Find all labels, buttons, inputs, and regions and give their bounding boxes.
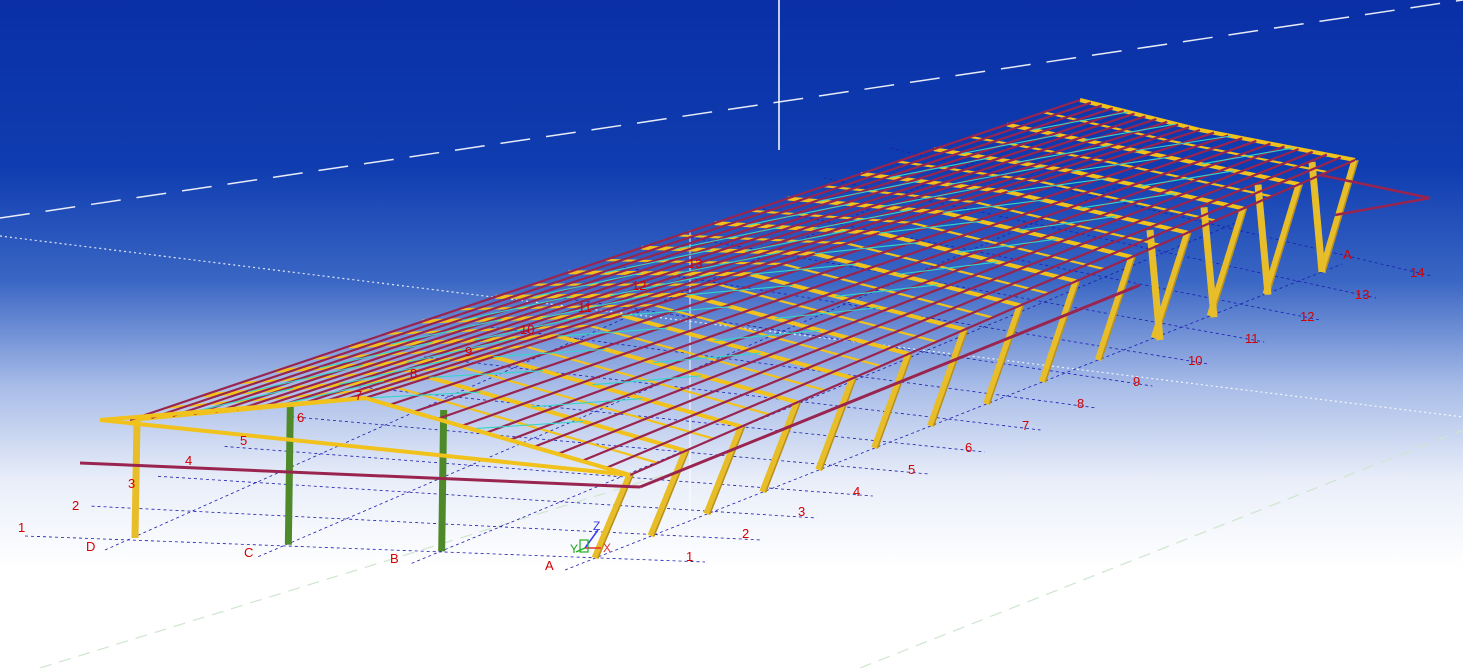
column-gable — [284, 404, 294, 545]
column-a-edge — [765, 402, 802, 493]
axis-z-label: Z — [593, 519, 600, 533]
column-a-edge — [932, 329, 969, 427]
grid-label-row-right: 2 — [742, 526, 749, 541]
purlin — [193, 107, 1114, 416]
column-a-edge — [820, 377, 857, 471]
roof-bracing — [470, 420, 584, 430]
grid-label-row-right: 4 — [853, 484, 860, 499]
grid-label-column: B — [390, 551, 399, 566]
grid-label-row-right: 8 — [1077, 396, 1084, 411]
grid-label-row-left: 1 — [18, 520, 25, 535]
column-gable — [131, 419, 141, 539]
purlin — [172, 104, 1103, 418]
column-a-edge — [709, 426, 746, 515]
view-guide-lines — [0, 0, 1463, 668]
column-a — [871, 352, 913, 450]
column-a — [983, 304, 1024, 406]
roof-bracing — [1135, 135, 1232, 152]
column-a-edge — [876, 353, 913, 449]
axis-y-label: Y — [570, 542, 578, 556]
column-a-edge — [1212, 208, 1248, 317]
grid-label-row-left: 9 — [465, 344, 472, 359]
grid-label-row-left: 5 — [240, 433, 247, 448]
grid-label-column-end: A — [1343, 247, 1352, 262]
grid-label-row-right: 1 — [686, 549, 693, 564]
grid-label-row-right: 11 — [1245, 331, 1259, 346]
column-a-edge — [1268, 184, 1303, 295]
purlin — [129, 98, 1081, 422]
column-a — [1094, 255, 1136, 362]
grid-label-row-right: 13 — [1355, 287, 1369, 302]
grid-label-row-right: 3 — [798, 504, 805, 519]
roof-bracing — [653, 352, 761, 364]
grid-label-column: D — [86, 539, 95, 554]
axis-x-label: X — [603, 541, 611, 555]
grid-label-row-left: 6 — [297, 410, 304, 425]
grid-label-row-left: 10 — [520, 322, 534, 337]
grid-label-row-left: 11 — [578, 300, 592, 315]
purlin — [279, 118, 1157, 408]
canopy-beam-far — [1319, 173, 1431, 200]
column-gable — [438, 409, 448, 552]
grid-label-row-left: 8 — [410, 366, 417, 381]
grid-label-row-right: 9 — [1133, 374, 1140, 389]
grid-label-row-right: 6 — [965, 440, 972, 455]
grid-label-row-left: 7 — [355, 388, 362, 403]
grid-label-row-right: 14 — [1410, 265, 1424, 280]
roof-bracing — [775, 306, 879, 320]
column-a-edge — [1100, 256, 1136, 361]
column-a — [927, 328, 968, 428]
grid-label-column: A — [545, 558, 554, 573]
grid-label-row-left: 12 — [632, 278, 646, 293]
grid-label-row-left: 13 — [688, 256, 702, 271]
grid-label-row-left: 2 — [72, 498, 79, 513]
model-viewport[interactable]: 1 2 3 4 5 6 7 8 9 10 11 12 13 1 2 3 4 5 6 7 8 9 10 11 12 13 14 D C B A… — [0, 0, 1463, 668]
grid-label-row-right: 7 — [1022, 418, 1029, 433]
column-a — [1039, 280, 1080, 384]
grid-label-column: C — [244, 545, 253, 560]
grid-label-row-right: 12 — [1300, 309, 1314, 324]
canopy-beam-far-2 — [1334, 196, 1431, 217]
column-a-edge — [988, 305, 1025, 405]
canopy-beam-side — [639, 283, 1141, 489]
grid-label-row-right: 5 — [908, 462, 915, 477]
purlin — [605, 156, 1342, 470]
roof-bracing — [531, 398, 643, 408]
grid-label-row-left: 3 — [128, 476, 135, 491]
structural-model-3d-view[interactable]: 123456789101112131234567891011121314D C B A… — [0, 0, 1463, 668]
grid-label-row-left: 4 — [185, 453, 192, 468]
grid-label-row-right: 10 — [1188, 353, 1202, 368]
purlin — [533, 148, 1300, 449]
grid-line-column — [564, 263, 1343, 571]
